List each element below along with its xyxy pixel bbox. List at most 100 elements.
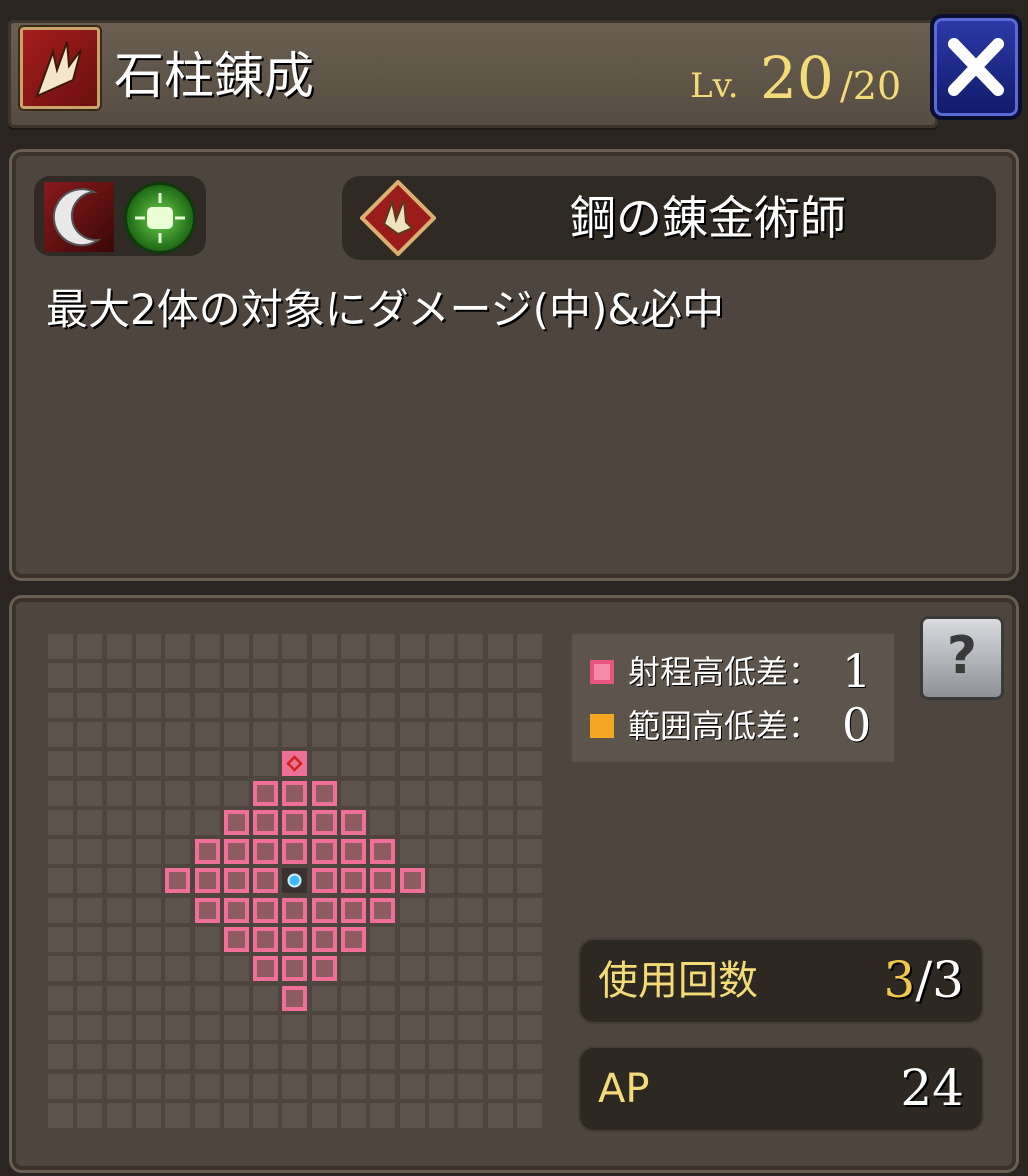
grid-cell: [48, 1073, 73, 1099]
grid-cell: [77, 897, 103, 923]
grid-cell: [106, 1014, 132, 1040]
grid-cell: [223, 721, 249, 747]
grid-cell: [399, 692, 425, 718]
grid-cell: [282, 1073, 308, 1099]
grid-cell: [487, 1044, 513, 1070]
grid-cell: [165, 1014, 191, 1040]
grid-cell: [428, 809, 454, 835]
grid-range-cell: [370, 839, 396, 865]
grid-cell: [311, 721, 337, 747]
grid-cell: [399, 1102, 425, 1128]
grid-cell: [516, 897, 542, 923]
grid-range-cell: [282, 839, 308, 865]
grid-cell: [516, 692, 542, 718]
grid-cell: [194, 780, 220, 806]
grid-cell: [370, 1073, 396, 1099]
grid-cell: [223, 956, 249, 982]
grid-cell: [77, 780, 103, 806]
help-button[interactable]: ?: [920, 616, 1004, 700]
grid-range-cell: [223, 897, 249, 923]
grid-cell: [428, 927, 454, 952]
grid-cell: [458, 1102, 484, 1128]
grid-cell: [48, 956, 73, 982]
grid-cell: [428, 634, 454, 659]
grid-cell: [516, 1014, 542, 1040]
grid-cell: [341, 663, 366, 689]
grid-cell: [341, 721, 366, 747]
grid-cell: [253, 663, 279, 689]
grid-cell: [194, 1073, 220, 1099]
grid-cell: [282, 1044, 308, 1070]
grid-cell: [399, 897, 425, 923]
grid-cell: [106, 1102, 132, 1128]
grid-cell: [487, 1073, 513, 1099]
grid-cell: [487, 927, 513, 952]
grid-cell: [399, 1044, 425, 1070]
grid-cell: [253, 1044, 279, 1070]
grid-cell: [370, 1102, 396, 1128]
grid-cell: [135, 956, 161, 982]
grid-cell: [48, 985, 73, 1011]
question-icon: ?: [946, 626, 978, 686]
grid-range-cell: [282, 897, 308, 923]
grid-cell: [370, 663, 396, 689]
grid-cell: [194, 663, 220, 689]
grid-cell: [370, 1014, 396, 1040]
range-swatch: [590, 660, 614, 684]
grid-cell: [458, 809, 484, 835]
grid-cell: [194, 927, 220, 952]
grid-cell: [516, 927, 542, 952]
grid-cell: [135, 897, 161, 923]
grid-cell: [370, 956, 396, 982]
skill-type-icon: [20, 27, 100, 109]
grid-cell: [487, 1014, 513, 1040]
grid-cell: [135, 663, 161, 689]
grid-cell: [282, 1102, 308, 1128]
grid-cell: [516, 809, 542, 835]
grid-cell: [341, 634, 366, 659]
grid-range-cell: [341, 868, 366, 894]
grid-cell: [135, 839, 161, 865]
grid-cell: [428, 1044, 454, 1070]
level-current: 20: [760, 44, 834, 112]
grid-cell: [223, 663, 249, 689]
grid-range-cell: [399, 868, 425, 894]
grid-cell: [77, 985, 103, 1011]
grid-cell: [77, 956, 103, 982]
range-height-value: 1: [842, 644, 872, 698]
grid-range-cell: [311, 809, 337, 835]
grid-cell: [165, 927, 191, 952]
grid-cell: [48, 751, 73, 777]
grid-cell: [487, 634, 513, 659]
grid-cell: [399, 663, 425, 689]
grid-cell: [516, 751, 542, 777]
grid-range-cell: [311, 780, 337, 806]
grid-cell: [487, 1102, 513, 1128]
grid-range-cell: [341, 809, 366, 835]
skill-level: Lv. 20 /20: [690, 44, 920, 112]
close-button[interactable]: [930, 14, 1022, 120]
grid-cell: [370, 927, 396, 952]
grid-cell: [311, 634, 337, 659]
grid-cell: [106, 634, 132, 659]
grid-range-cell: [253, 956, 279, 982]
grid-range-cell: [341, 897, 366, 923]
grid-range-cell: [282, 927, 308, 952]
grid-cell: [165, 751, 191, 777]
grid-cell: [106, 721, 132, 747]
grid-cell: [223, 1102, 249, 1128]
grid-cell: [458, 780, 484, 806]
grid-cell: [77, 1102, 103, 1128]
grid-cell: [48, 634, 73, 659]
grid-range-cell: [370, 868, 396, 894]
grid-cell: [106, 780, 132, 806]
grid-range-cell: [311, 927, 337, 952]
grid-cell: [194, 985, 220, 1011]
grid-cell: [311, 1102, 337, 1128]
grid-cell: [253, 1102, 279, 1128]
grid-cell: [135, 1014, 161, 1040]
ap-value: 24: [900, 1059, 964, 1117]
grid-range-cell: [370, 897, 396, 923]
grid-cell: [370, 985, 396, 1011]
grid-cell: [106, 751, 132, 777]
